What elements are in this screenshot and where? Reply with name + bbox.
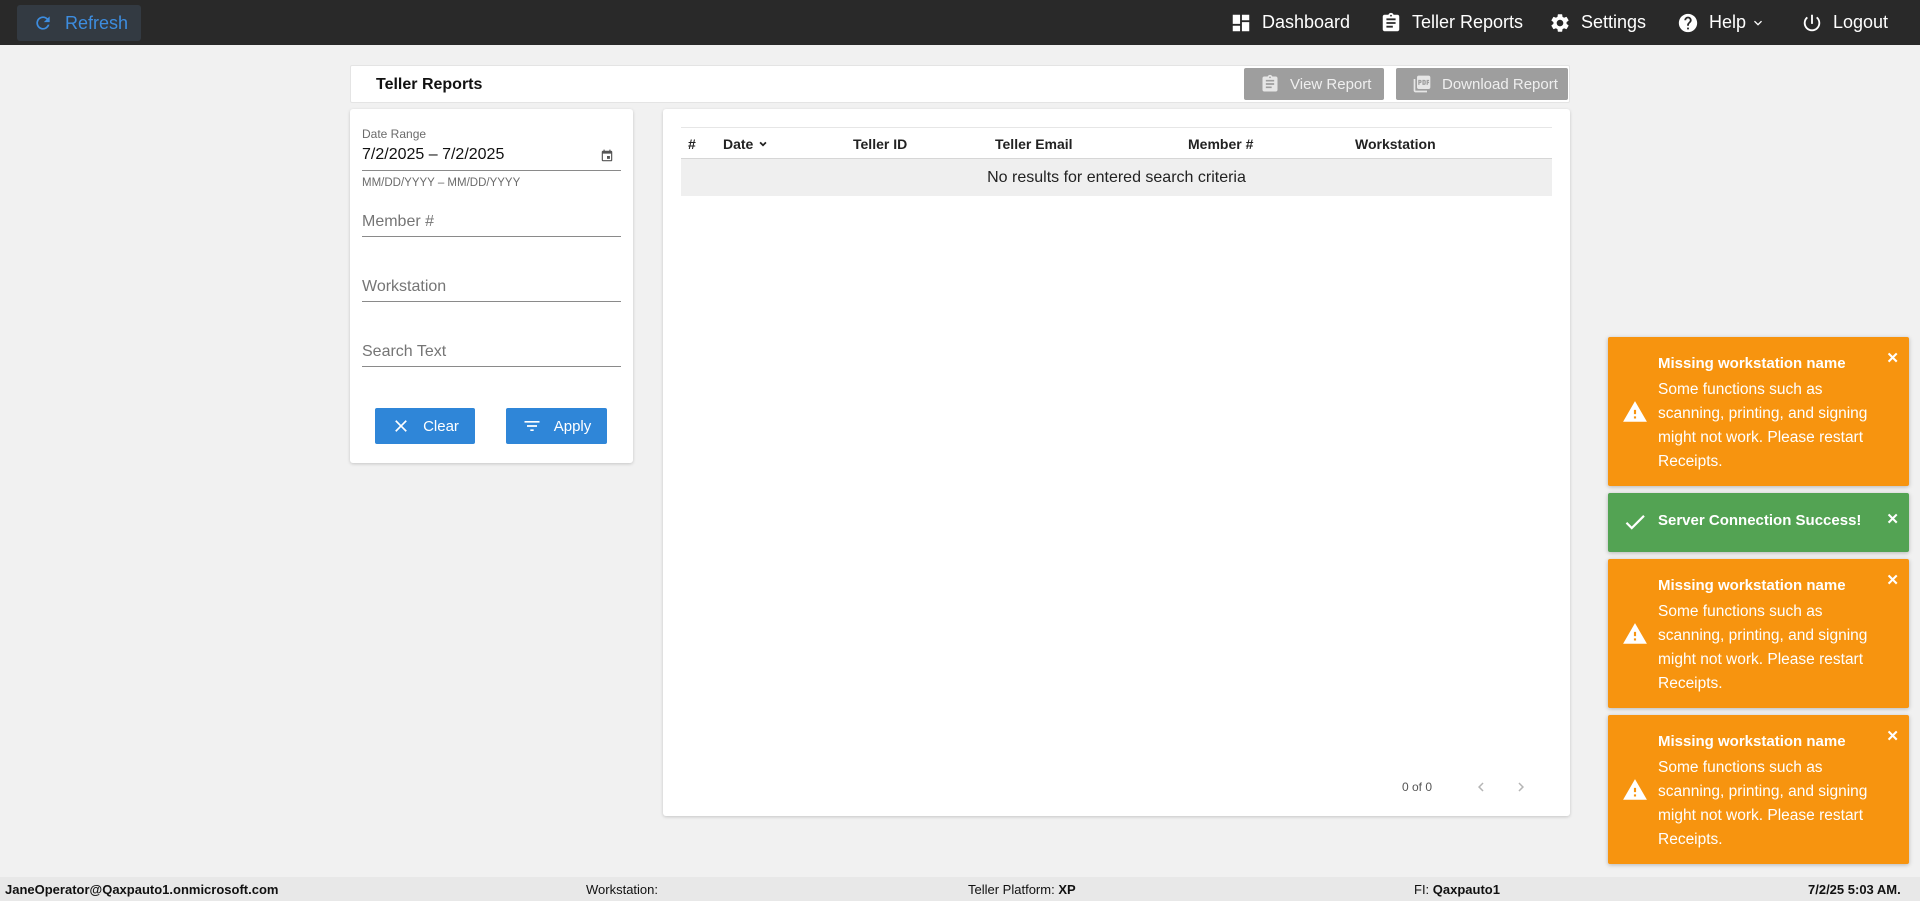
toast-title: Missing workstation name [1658, 355, 1846, 372]
date-range-hint: MM/DD/YYYY – MM/DD/YYYY [362, 177, 521, 189]
workstation-input[interactable]: Workstation [362, 278, 446, 296]
toast-warning: ✕ Missing workstation name Some function… [1608, 337, 1909, 486]
footer-fi-value: Qaxpauto1 [1432, 882, 1500, 897]
apply-button[interactable]: Apply [506, 408, 607, 444]
apply-label: Apply [553, 417, 592, 435]
footer-workstation: Workstation: [586, 882, 658, 897]
nav-dashboard-label: Dashboard [1262, 12, 1351, 32]
member-number-underline [362, 236, 621, 237]
clear-label: Clear [423, 417, 459, 435]
search-text-input[interactable]: Search Text [362, 343, 446, 361]
toast-close-icon[interactable]: ✕ [1886, 729, 1899, 744]
help-icon [1678, 13, 1698, 32]
warning-icon [1623, 401, 1647, 422]
column-header-teller-id[interactable]: Teller ID [853, 136, 907, 152]
nav-help[interactable]: Help [1677, 0, 1766, 45]
nav-logout[interactable]: Logout [1801, 0, 1888, 45]
next-page-icon[interactable] [1512, 778, 1530, 796]
search-text-underline [362, 366, 621, 367]
filter-icon [524, 421, 540, 431]
empty-results-message: No results for entered search criteria [987, 168, 1246, 186]
view-report-button[interactable]: View Report [1244, 68, 1384, 100]
column-header-member-number[interactable]: Member # [1188, 136, 1253, 152]
clipboard-icon [1382, 12, 1400, 31]
column-header-date[interactable]: Date [723, 136, 769, 152]
column-header-workstation[interactable]: Workstation [1355, 136, 1436, 152]
toast-warning: ✕ Missing workstation name Some function… [1608, 715, 1909, 864]
top-nav-bar: Refresh Dashboard Teller Reports Setting… [0, 0, 1920, 45]
footer-platform: Teller Platform: XP [968, 882, 1076, 897]
toast-close-icon[interactable]: ✕ [1886, 573, 1899, 588]
footer-fi: FI: Qaxpauto1 [1414, 882, 1500, 897]
download-report-label: Download Report [1442, 75, 1558, 93]
workstation-underline [362, 301, 621, 302]
status-footer: JaneOperator@Qaxpauto1.onmicrosoft.com W… [0, 877, 1920, 901]
warning-icon [1623, 623, 1647, 644]
footer-datetime: 7/2/25 5:03 AM. [1808, 882, 1901, 897]
toast-title: Missing workstation name [1658, 577, 1846, 594]
date-range-underline [362, 170, 621, 171]
clipboard-icon [1262, 74, 1278, 92]
toast-success: ✕ Server Connection Success! [1608, 493, 1909, 552]
calendar-icon[interactable] [600, 149, 614, 163]
column-header-teller-email[interactable]: Teller Email [995, 136, 1073, 152]
page-header: Teller Reports View Report Download Repo… [350, 65, 1570, 103]
column-header-number[interactable]: # [688, 136, 696, 152]
nav-teller-reports[interactable]: Teller Reports [1380, 0, 1523, 45]
toast-close-icon[interactable]: ✕ [1886, 351, 1899, 366]
nav-dashboard[interactable]: Dashboard [1230, 0, 1350, 45]
filter-panel: Date Range 7/2/2025 – 7/2/2025 MM/DD/YYY… [350, 109, 633, 463]
refresh-icon [36, 16, 50, 30]
warning-icon [1623, 779, 1647, 800]
toast-message: Some functions such as scanning, printin… [1658, 759, 1868, 848]
results-table-card: # Date Teller ID Teller Email Member # W… [663, 109, 1570, 816]
chevron-down-icon [1754, 20, 1763, 26]
refresh-button[interactable]: Refresh [17, 5, 141, 41]
toast-warning: ✕ Missing workstation name Some function… [1608, 559, 1909, 708]
footer-platform-value: XP [1058, 882, 1076, 897]
member-number-input[interactable]: Member # [362, 213, 434, 231]
toast-message: Some functions such as scanning, printin… [1658, 381, 1868, 470]
toast-title: Missing workstation name [1658, 733, 1846, 750]
clear-button[interactable]: Clear [375, 408, 475, 444]
empty-results-row: No results for entered search criteria [681, 159, 1552, 196]
toast-message: Some functions such as scanning, printin… [1658, 603, 1868, 692]
date-range-label: Date Range [362, 127, 427, 141]
table-header-row: # Date Teller ID Teller Email Member # W… [681, 127, 1552, 159]
nav-logout-label: Logout [1833, 12, 1889, 32]
nav-help-label: Help [1709, 12, 1747, 32]
nav-settings[interactable]: Settings [1549, 0, 1646, 45]
download-report-button[interactable]: Download Report [1396, 68, 1568, 100]
toast-title: Server Connection Success! [1658, 512, 1862, 529]
power-icon [1803, 14, 1821, 31]
footer-workstation-label: Workstation: [586, 882, 659, 897]
toast-close-icon[interactable]: ✕ [1886, 512, 1899, 527]
previous-page-icon[interactable] [1472, 778, 1490, 796]
dashboard-icon [1232, 14, 1250, 31]
checkmark-icon [1625, 515, 1645, 530]
sort-chevron-down-icon [759, 141, 767, 147]
footer-user: JaneOperator@Qaxpauto1.onmicrosoft.com [5, 882, 279, 897]
pdf-icon [1413, 75, 1431, 93]
footer-fi-label: FI: [1414, 882, 1430, 897]
footer-platform-label: Teller Platform: [968, 882, 1055, 897]
nav-teller-reports-label: Teller Reports [1412, 12, 1524, 32]
nav-settings-label: Settings [1581, 12, 1647, 32]
gear-icon [1551, 13, 1569, 32]
date-range-input[interactable]: 7/2/2025 – 7/2/2025 [362, 146, 504, 164]
pagination-range: 0 of 0 [1402, 780, 1433, 794]
close-icon [395, 420, 407, 432]
refresh-label: Refresh [65, 12, 129, 33]
view-report-label: View Report [1290, 75, 1372, 93]
page-title: Teller Reports [376, 76, 483, 93]
